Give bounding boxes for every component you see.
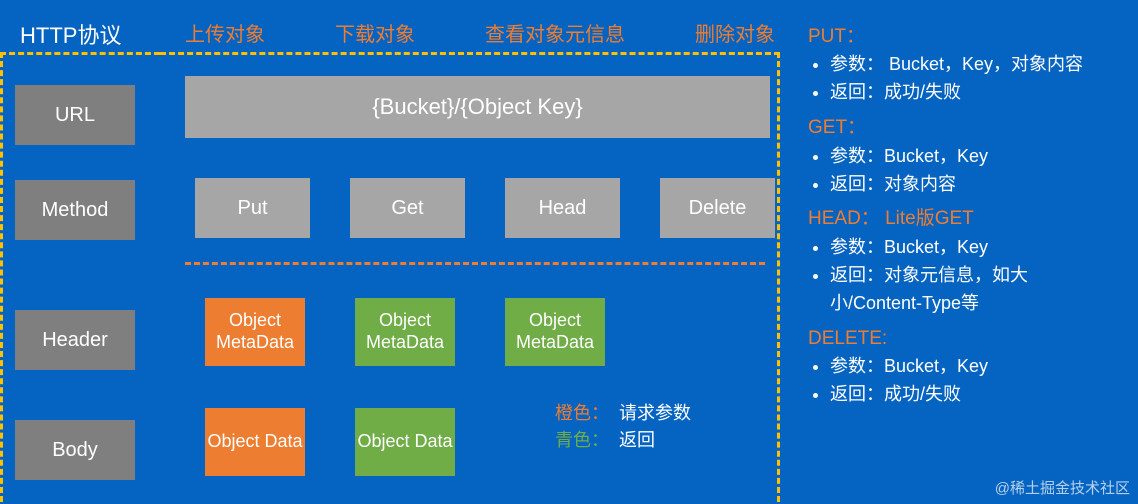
meta-cell-head: Object MetaData <box>505 298 605 366</box>
url-template-box: {Bucket}/{Object Key} <box>185 76 770 138</box>
body-row: Object Data Object Data <box>205 408 455 476</box>
col-upload: 上传对象 <box>185 18 265 47</box>
column-headers: 上传对象 下载对象 查看对象元信息 删除对象 <box>185 18 775 47</box>
method-row: Put Get Head Delete <box>195 178 775 238</box>
row-label-header: Header <box>15 310 135 370</box>
meta-cell-get: Object MetaData <box>355 298 455 366</box>
right-delete-item-0: 参数：Bucket，Key <box>830 353 1118 381</box>
right-panel: PUT： 参数： Bucket，Key，对象内容 返回：成功/失败 GET： 参… <box>808 16 1118 409</box>
right-head-hd: HEAD： Lite版GET <box>808 204 1118 233</box>
body-cell-get: Object Data <box>355 408 455 476</box>
right-get-hd: GET： <box>808 113 1118 142</box>
right-head-list: 参数：Bucket，Key 返回：对象元信息，如大小/Content-Type等 <box>808 234 1118 318</box>
body-cell-put: Object Data <box>205 408 305 476</box>
diagram-title: HTTP协议 <box>20 18 121 50</box>
right-head-item-0: 参数：Bucket，Key <box>830 234 1118 262</box>
right-put-item-0: 参数： Bucket，Key，对象内容 <box>830 51 1118 79</box>
watermark: @稀土掘金技术社区 <box>995 477 1130 498</box>
meta-cell-put: Object MetaData <box>205 298 305 366</box>
col-delete: 删除对象 <box>695 18 775 47</box>
right-get-item-0: 参数：Bucket，Key <box>830 143 1118 171</box>
right-delete-list: 参数：Bucket，Key 返回：成功/失败 <box>808 353 1118 409</box>
right-get-item-1: 返回：对象内容 <box>830 171 1118 199</box>
right-put-list: 参数： Bucket，Key，对象内容 返回：成功/失败 <box>808 51 1118 107</box>
row-label-method: Method <box>15 180 135 240</box>
row-label-body: Body <box>15 420 135 480</box>
legend-green-value: 返回 <box>619 430 655 450</box>
legend-green-label: 青色： <box>555 430 609 450</box>
legend-orange-label: 橙色： <box>555 403 609 423</box>
right-get-list: 参数：Bucket，Key 返回：对象内容 <box>808 143 1118 199</box>
method-get: Get <box>350 178 465 238</box>
right-delete-item-1: 返回：成功/失败 <box>830 381 1118 409</box>
right-head-item-1: 返回：对象元信息，如大小/Content-Type等 <box>830 262 1118 318</box>
col-meta: 查看对象元信息 <box>485 18 625 47</box>
legend: 橙色： 请求参数 青色： 返回 <box>555 400 691 454</box>
dashed-divider <box>185 262 765 265</box>
method-head: Head <box>505 178 620 238</box>
legend-orange-value: 请求参数 <box>619 403 691 423</box>
method-put: Put <box>195 178 310 238</box>
header-row: Object MetaData Object MetaData Object M… <box>205 298 605 366</box>
row-label-url: URL <box>15 85 135 145</box>
col-download: 下载对象 <box>335 18 415 47</box>
right-put-hd: PUT： <box>808 22 1118 51</box>
right-delete-hd: DELETE: <box>808 324 1118 353</box>
method-delete: Delete <box>660 178 775 238</box>
right-put-item-1: 返回：成功/失败 <box>830 79 1118 107</box>
